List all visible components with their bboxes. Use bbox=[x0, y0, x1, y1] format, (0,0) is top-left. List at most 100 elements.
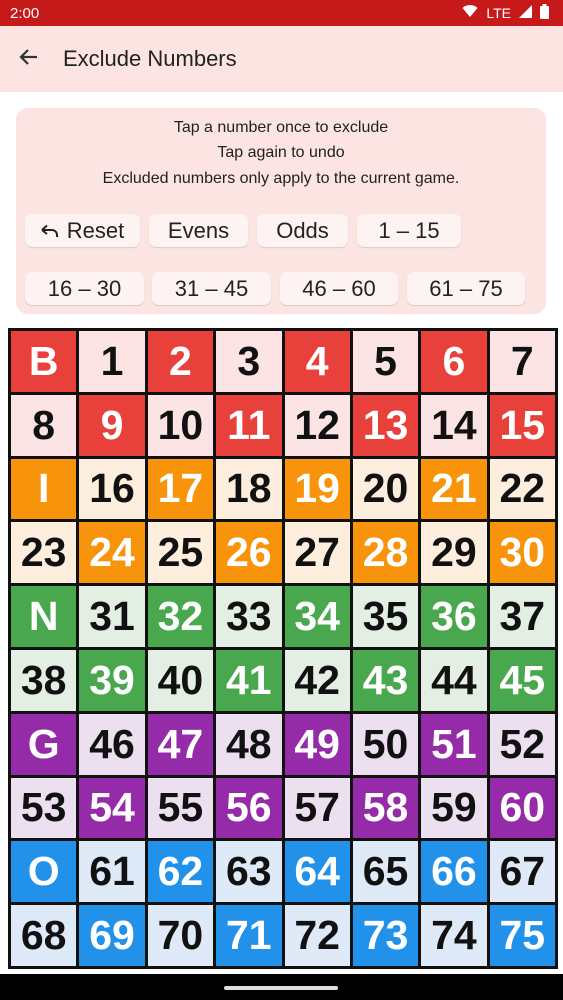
number-cell-23[interactable]: 23 bbox=[11, 522, 77, 584]
number-cell-5[interactable]: 5 bbox=[352, 331, 419, 392]
number-cell-15[interactable]: 15 bbox=[489, 394, 555, 456]
reset-button[interactable]: Reset bbox=[25, 214, 140, 247]
number-cell-65[interactable]: 65 bbox=[352, 841, 419, 903]
number-cell-13[interactable]: 13 bbox=[352, 394, 419, 456]
evens-button[interactable]: Evens bbox=[149, 214, 248, 247]
number-cell-12[interactable]: 12 bbox=[284, 394, 350, 456]
number-cell-48[interactable]: 48 bbox=[216, 713, 282, 775]
column-letter-n: N bbox=[11, 586, 77, 647]
number-cell-72[interactable]: 72 bbox=[284, 905, 350, 966]
number-cell-71[interactable]: 71 bbox=[216, 905, 282, 966]
number-cell-38[interactable]: 38 bbox=[11, 649, 77, 711]
number-cell-21[interactable]: 21 bbox=[421, 458, 487, 520]
number-cell-63[interactable]: 63 bbox=[216, 841, 282, 903]
number-cell-30[interactable]: 30 bbox=[489, 522, 555, 584]
arrow-back-icon bbox=[19, 47, 39, 72]
number-cell-17[interactable]: 17 bbox=[147, 458, 214, 520]
number-cell-64[interactable]: 64 bbox=[284, 841, 350, 903]
number-cell-54[interactable]: 54 bbox=[79, 777, 145, 839]
number-cell-10[interactable]: 10 bbox=[147, 394, 214, 456]
controls-panel: Tap a number once to exclude Tap again t… bbox=[16, 108, 546, 314]
number-cell-69[interactable]: 69 bbox=[79, 905, 145, 966]
number-cell-16[interactable]: 16 bbox=[79, 458, 145, 520]
number-cell-34[interactable]: 34 bbox=[284, 586, 350, 647]
number-cell-61[interactable]: 61 bbox=[79, 841, 145, 903]
number-cell-73[interactable]: 73 bbox=[352, 905, 419, 966]
instruction-line-1: Tap a number once to exclude bbox=[173, 119, 389, 136]
number-cell-44[interactable]: 44 bbox=[421, 649, 487, 711]
number-cell-41[interactable]: 41 bbox=[216, 649, 282, 711]
number-cell-35[interactable]: 35 bbox=[352, 586, 419, 647]
number-cell-40[interactable]: 40 bbox=[147, 649, 214, 711]
number-cell-52[interactable]: 52 bbox=[489, 713, 555, 775]
number-cell-49[interactable]: 49 bbox=[284, 713, 350, 775]
number-cell-31[interactable]: 31 bbox=[79, 586, 145, 647]
number-cell-20[interactable]: 20 bbox=[352, 458, 419, 520]
number-cell-57[interactable]: 57 bbox=[284, 777, 350, 839]
number-cell-2[interactable]: 2 bbox=[147, 331, 214, 392]
column-letter-g: G bbox=[11, 713, 77, 775]
number-cell-75[interactable]: 75 bbox=[489, 905, 555, 966]
number-cell-56[interactable]: 56 bbox=[216, 777, 282, 839]
number-cell-3[interactable]: 3 bbox=[216, 331, 282, 392]
number-cell-1[interactable]: 1 bbox=[79, 331, 145, 392]
number-cell-26[interactable]: 26 bbox=[216, 522, 282, 584]
range-31-45-button[interactable]: 31 – 45 bbox=[152, 272, 271, 305]
odds-button[interactable]: Odds bbox=[257, 214, 348, 247]
number-cell-70[interactable]: 70 bbox=[147, 905, 214, 966]
number-cell-43[interactable]: 43 bbox=[352, 649, 419, 711]
number-cell-29[interactable]: 29 bbox=[421, 522, 487, 584]
number-cell-37[interactable]: 37 bbox=[489, 586, 555, 647]
number-cell-7[interactable]: 7 bbox=[489, 331, 555, 392]
status-bar: 2:00 LTE bbox=[0, 0, 563, 26]
app-bar: Exclude Numbers bbox=[0, 26, 563, 92]
number-cell-53[interactable]: 53 bbox=[11, 777, 77, 839]
number-cell-46[interactable]: 46 bbox=[79, 713, 145, 775]
number-cell-11[interactable]: 11 bbox=[216, 394, 282, 456]
number-cell-18[interactable]: 18 bbox=[216, 458, 282, 520]
number-cell-24[interactable]: 24 bbox=[79, 522, 145, 584]
range-16-30-button[interactable]: 16 – 30 bbox=[25, 272, 144, 305]
number-cell-51[interactable]: 51 bbox=[421, 713, 487, 775]
back-button[interactable] bbox=[0, 26, 58, 92]
status-icons: LTE bbox=[462, 3, 549, 23]
number-cell-59[interactable]: 59 bbox=[421, 777, 487, 839]
number-cell-8[interactable]: 8 bbox=[11, 394, 77, 456]
number-cell-27[interactable]: 27 bbox=[284, 522, 350, 584]
page-title: Exclude Numbers bbox=[63, 46, 237, 71]
instruction-line-2: Tap again to undo bbox=[217, 144, 345, 161]
number-cell-36[interactable]: 36 bbox=[421, 586, 487, 647]
number-cell-28[interactable]: 28 bbox=[352, 522, 419, 584]
number-cell-25[interactable]: 25 bbox=[147, 522, 214, 584]
number-cell-45[interactable]: 45 bbox=[489, 649, 555, 711]
range-61-75-button[interactable]: 61 – 75 bbox=[407, 272, 525, 305]
wifi-icon bbox=[462, 4, 478, 22]
number-cell-14[interactable]: 14 bbox=[421, 394, 487, 456]
number-cell-58[interactable]: 58 bbox=[352, 777, 419, 839]
number-cell-66[interactable]: 66 bbox=[421, 841, 487, 903]
number-cell-9[interactable]: 9 bbox=[79, 394, 145, 456]
number-cell-33[interactable]: 33 bbox=[216, 586, 282, 647]
number-cell-19[interactable]: 19 bbox=[284, 458, 350, 520]
number-cell-55[interactable]: 55 bbox=[147, 777, 214, 839]
range-1-15-button[interactable]: 1 – 15 bbox=[357, 214, 461, 247]
number-cell-50[interactable]: 50 bbox=[352, 713, 419, 775]
number-cell-6[interactable]: 6 bbox=[421, 331, 487, 392]
number-cell-60[interactable]: 60 bbox=[489, 777, 555, 839]
number-cell-4[interactable]: 4 bbox=[284, 331, 350, 392]
number-cell-74[interactable]: 74 bbox=[421, 905, 487, 966]
number-cell-62[interactable]: 62 bbox=[147, 841, 214, 903]
number-cell-67[interactable]: 67 bbox=[489, 841, 555, 903]
number-cell-32[interactable]: 32 bbox=[147, 586, 214, 647]
range-46-60-button[interactable]: 46 – 60 bbox=[280, 272, 398, 305]
column-letter-i: I bbox=[11, 458, 77, 520]
reset-label: Reset bbox=[66, 217, 125, 243]
number-cell-39[interactable]: 39 bbox=[79, 649, 145, 711]
number-cell-47[interactable]: 47 bbox=[147, 713, 214, 775]
instruction-line-3: Excluded numbers only apply to the curre… bbox=[102, 170, 460, 187]
number-cell-42[interactable]: 42 bbox=[284, 649, 350, 711]
number-cell-22[interactable]: 22 bbox=[489, 458, 555, 520]
column-letter-o: O bbox=[11, 841, 77, 903]
gesture-handle[interactable] bbox=[224, 986, 338, 990]
number-cell-68[interactable]: 68 bbox=[11, 905, 77, 966]
